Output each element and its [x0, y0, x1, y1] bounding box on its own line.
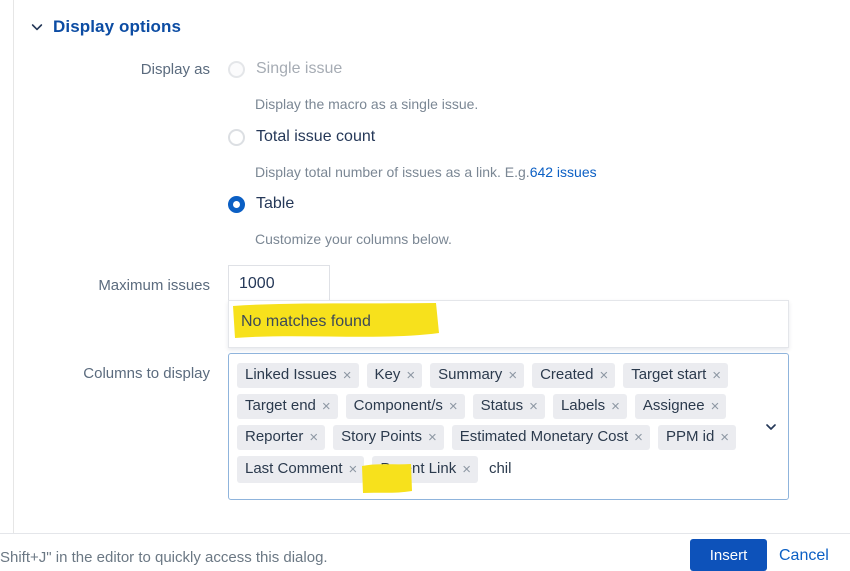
dialog-left-divider — [13, 0, 14, 533]
column-tag-label: Labels — [560, 397, 606, 414]
radio-label-total-issue-count: Total issue count — [256, 128, 376, 145]
column-tag[interactable]: Estimated Monetary Cost × — [451, 425, 650, 450]
column-tag-label: PPM id — [665, 428, 715, 445]
chevron-down-icon[interactable] — [764, 420, 778, 434]
column-tag-label: Target end — [245, 397, 316, 414]
columns-to-display-multiselect[interactable]: Linked Issues × Key × Summary × Created × Ta… — [228, 353, 789, 500]
display-options-section-header[interactable]: Display options — [30, 17, 181, 37]
column-tag[interactable]: Reporter × — [237, 425, 326, 450]
radio-dot-table[interactable] — [228, 195, 245, 213]
column-tag[interactable]: Component/s × — [345, 394, 465, 419]
chevron-down-icon[interactable] — [30, 20, 44, 34]
issue-count-link[interactable]: 642 issues — [530, 164, 597, 180]
radio-label-single-issue: Single issue — [256, 60, 343, 77]
no-matches-message: No matches found — [241, 313, 371, 330]
footer-divider — [0, 533, 850, 534]
column-tag[interactable]: Parent Link × — [372, 456, 478, 483]
radio-dot-single-issue[interactable] — [228, 60, 245, 78]
close-icon[interactable]: × — [343, 368, 352, 383]
column-tag[interactable]: Summary × — [430, 363, 525, 388]
column-tag-label: Component/s — [353, 397, 443, 414]
column-tag[interactable]: Target end × — [237, 394, 338, 419]
radio-option-single-issue[interactable]: Single issue — [228, 60, 342, 78]
columns-search-input[interactable]: chil — [486, 456, 514, 483]
radio-label-table: Table — [256, 195, 295, 212]
column-tag-label: Created — [540, 366, 594, 383]
radio-option-table[interactable]: Table — [228, 195, 294, 213]
close-icon[interactable]: × — [462, 462, 471, 477]
column-tag-label: Assignee — [642, 397, 705, 414]
column-tag-label: Linked Issues — [245, 366, 337, 383]
display-as-label: Display as — [140, 61, 210, 78]
column-tag[interactable]: Target start × — [623, 363, 729, 388]
close-icon[interactable]: × — [711, 399, 720, 414]
close-icon[interactable]: × — [406, 368, 415, 383]
close-icon[interactable]: × — [449, 399, 458, 414]
columns-to-display-label: Columns to display — [83, 365, 210, 382]
column-tag[interactable]: Linked Issues × — [237, 363, 359, 388]
column-tag[interactable]: Status × — [472, 394, 545, 419]
close-icon[interactable]: × — [599, 368, 608, 383]
radio-dot-total-issue-count[interactable] — [228, 128, 245, 146]
insert-button[interactable]: Insert — [690, 539, 767, 571]
column-tag-label: Summary — [438, 366, 503, 383]
column-tag-label: Status — [480, 397, 524, 414]
close-icon[interactable]: × — [634, 430, 643, 445]
column-tag-label: Last Comment — [245, 460, 343, 477]
radio-help-single-issue: Display the macro as a single issue. — [255, 96, 479, 112]
footer-hint-text: Shift+J" in the editor to quickly access… — [0, 549, 328, 566]
column-tag[interactable]: Created × — [532, 363, 616, 388]
cancel-button[interactable]: Cancel — [779, 547, 829, 565]
radio-help-total-issue-count: Display total number of issues as a link… — [255, 164, 597, 180]
maximum-issues-label: Maximum issues — [98, 277, 210, 294]
column-tag-label: Estimated Monetary Cost — [459, 428, 629, 445]
radio-help-table: Customize your columns below. — [255, 231, 452, 247]
macro-browser-dialog: Display options Display as Single issue … — [0, 0, 850, 571]
close-icon[interactable]: × — [349, 462, 358, 477]
close-icon[interactable]: × — [712, 368, 721, 383]
maximum-issues-input[interactable] — [228, 265, 330, 301]
close-icon[interactable]: × — [309, 430, 318, 445]
column-tag[interactable]: Story Points × — [333, 425, 444, 450]
radio-help-total-text: Display total number of issues as a link… — [255, 164, 530, 180]
columns-tag-area: Linked Issues × Key × Summary × Created × Ta… — [237, 363, 754, 483]
section-title: Display options — [53, 17, 182, 36]
close-icon[interactable]: × — [611, 399, 620, 414]
close-icon[interactable]: × — [322, 399, 331, 414]
close-icon[interactable]: × — [529, 399, 538, 414]
column-tag[interactable]: Last Comment × — [237, 456, 365, 483]
column-tag-label: Reporter — [245, 428, 304, 445]
column-tag[interactable]: Assignee × — [634, 394, 727, 419]
close-icon[interactable]: × — [508, 368, 517, 383]
radio-option-total-issue-count[interactable]: Total issue count — [228, 128, 375, 146]
column-tag[interactable]: Key × — [366, 363, 423, 388]
column-tag-label: Target start — [631, 366, 707, 383]
column-tag[interactable]: PPM id × — [657, 425, 737, 450]
column-tag-label: Parent Link — [380, 460, 457, 477]
column-tag-label: Key — [374, 366, 401, 383]
close-icon[interactable]: × — [428, 430, 437, 445]
close-icon[interactable]: × — [720, 430, 729, 445]
column-tag[interactable]: Labels × — [552, 394, 627, 419]
column-tag-label: Story Points — [341, 428, 422, 445]
